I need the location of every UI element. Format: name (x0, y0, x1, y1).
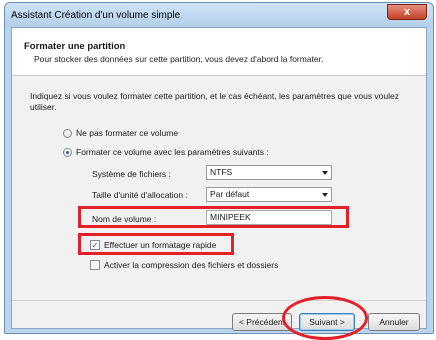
radio-button-selected-icon (63, 147, 72, 157)
page-title: Formater une partition (24, 41, 126, 52)
compression-checkbox[interactable]: Activer la compression des fichiers et d… (90, 260, 278, 270)
highlight-quick-format (78, 233, 234, 255)
page-subtitle: Pour stocker des données sur cette parti… (34, 54, 324, 64)
alloc-unit-select[interactable]: Par défaut (206, 187, 332, 202)
alloc-unit-label: Taille d'unité d'allocation : (92, 190, 188, 200)
wizard-client-area: Formater une partition Pour stocker des … (11, 27, 427, 340)
compression-label: Activer la compression des fichiers et d… (104, 260, 279, 270)
title-bar: Assistant Création d'un volume simple x (5, 3, 433, 27)
checkbox-icon (90, 260, 100, 270)
instruction-text: Indiquez si vous voulez formater cette p… (30, 91, 400, 112)
chevron-down-icon (322, 171, 328, 175)
back-button-label: < Précédent (238, 317, 286, 327)
radio-button-icon (63, 128, 72, 138)
radio-no-format[interactable]: Ne pas formater ce volume (63, 128, 178, 138)
wizard-window: Assistant Création d'un volume simple x … (4, 2, 434, 340)
close-icon: x (403, 6, 411, 18)
chevron-down-icon (322, 193, 328, 197)
filesystem-label: Système de fichiers : (92, 169, 171, 179)
footer-separator (12, 300, 426, 301)
radio-format-label: Formater ce volume avec les paramètres s… (76, 147, 269, 157)
cancel-button[interactable]: Annuler (368, 313, 420, 331)
radio-format[interactable]: Formater ce volume avec les paramètres s… (63, 147, 269, 157)
close-button[interactable]: x (387, 4, 427, 20)
window-title: Assistant Création d'un volume simple (11, 10, 181, 21)
highlight-volume-name (78, 206, 349, 228)
filesystem-select[interactable]: NTFS (206, 165, 332, 180)
wizard-header: Formater une partition Pour stocker des … (12, 28, 426, 76)
highlight-next-button (282, 296, 368, 340)
alloc-unit-value: Par défaut (210, 189, 250, 199)
filesystem-value: NTFS (210, 167, 233, 177)
cancel-button-label: Annuler (379, 317, 409, 327)
radio-no-format-label: Ne pas formater ce volume (76, 128, 179, 138)
